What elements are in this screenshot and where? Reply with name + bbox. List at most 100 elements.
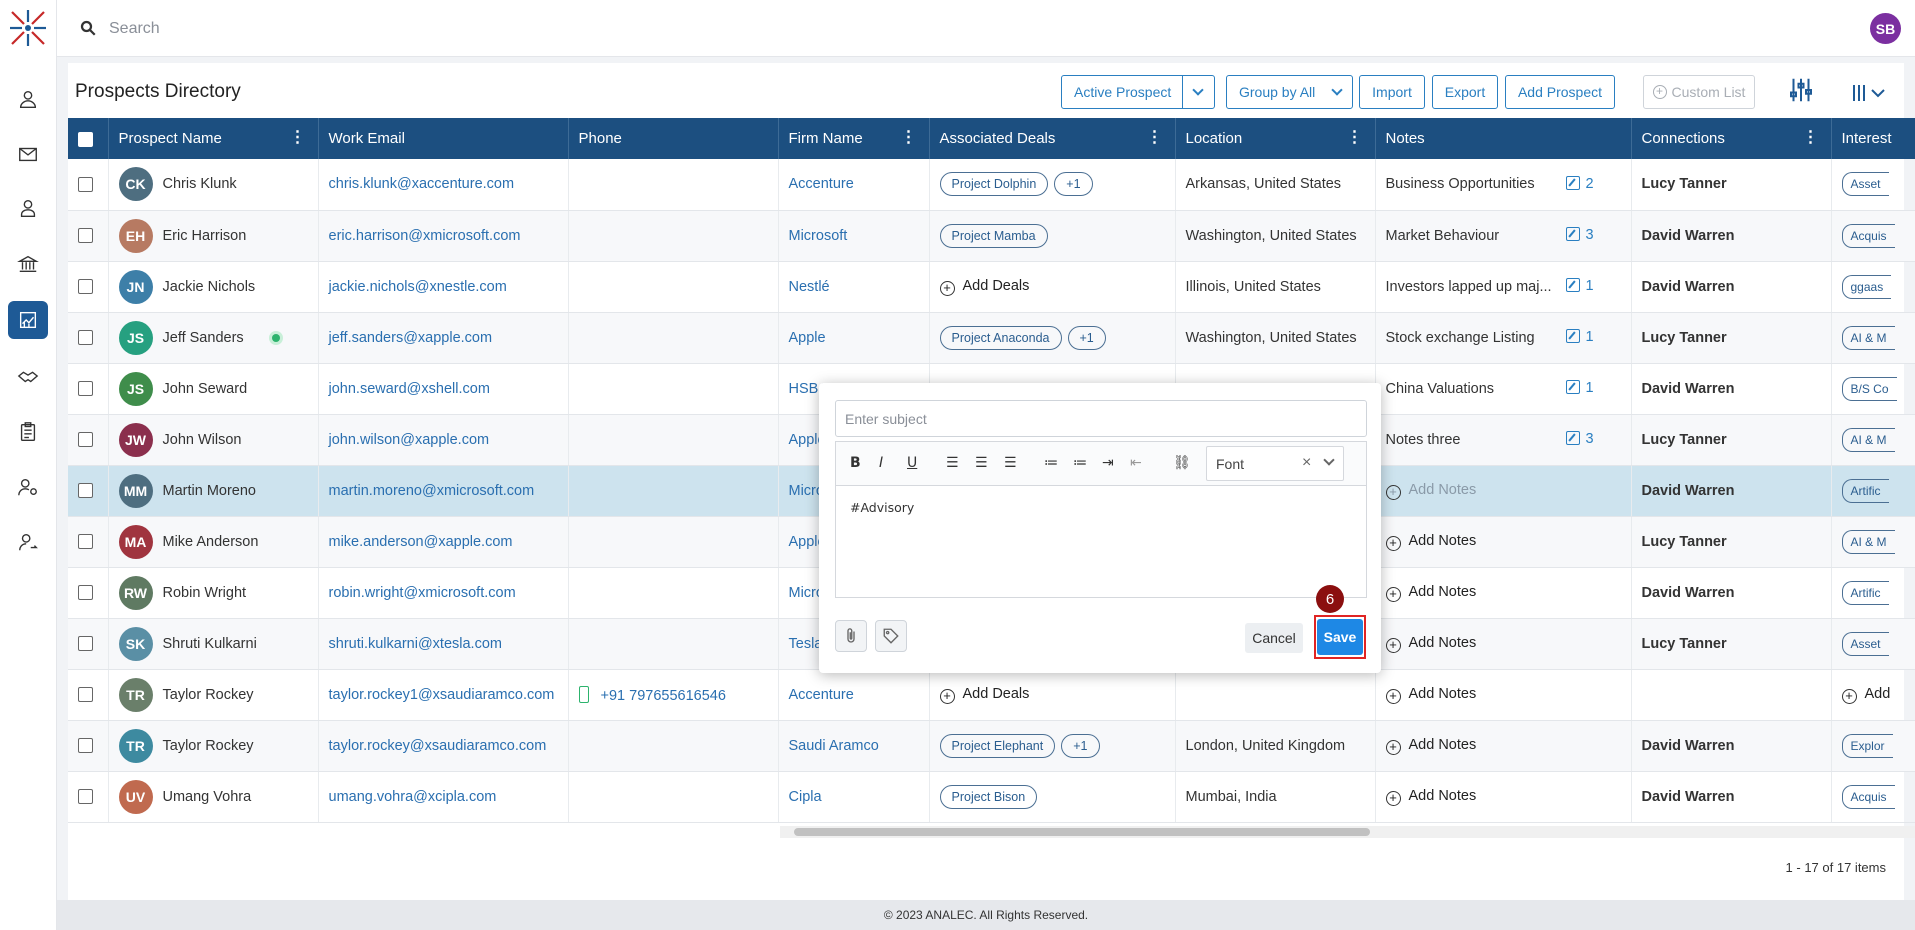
firm-cell[interactable]: Saudi Aramco	[778, 720, 930, 772]
firm-cell[interactable]: Microsoft	[778, 210, 930, 262]
column-menu-icon[interactable]: ⋮	[901, 130, 917, 146]
table-row[interactable]: UV Umang Vohra umang.vohra@xcipla.com Cipla…	[68, 771, 1915, 823]
email-link[interactable]: jackie.nichols@xnestle.com	[329, 279, 507, 295]
sidebar-item-mail[interactable]	[8, 135, 48, 173]
firm-link[interactable]: Accenture	[789, 687, 854, 703]
horizontal-scrollbar[interactable]	[780, 826, 1915, 838]
active-prospect-dropdown[interactable]: Active Prospect	[1061, 75, 1215, 109]
email-link[interactable]: martin.moreno@xmicrosoft.com	[329, 483, 535, 499]
add-deals-button[interactable]: + Add Deals	[939, 686, 1029, 704]
row-checkbox[interactable]	[78, 534, 93, 550]
prospect-name-cell[interactable]: UV Umang Vohra	[108, 771, 319, 823]
prospect-name[interactable]: Jackie Nichols	[163, 278, 256, 294]
sidebar-item-user-settings[interactable]	[8, 468, 48, 506]
outdent-icon[interactable]: ⇤	[1130, 455, 1142, 471]
email-link[interactable]: chris.klunk@xaccenture.com	[329, 176, 515, 192]
font-select[interactable]: Font ×	[1206, 446, 1344, 481]
work-email-cell[interactable]: jeff.sanders@xapple.com	[318, 312, 569, 364]
add-notes-button[interactable]: + Add Notes	[1385, 686, 1476, 704]
work-email-cell[interactable]: john.seward@xshell.com	[318, 363, 569, 415]
table-row[interactable]: EH Eric Harrison eric.harrison@xmicrosoft.…	[68, 210, 1915, 262]
table-row[interactable]: JS Jeff Sanders jeff.sanders@xapple.com App…	[68, 312, 1915, 364]
connection-name[interactable]: David Warren	[1642, 738, 1735, 754]
scrollbar-thumb[interactable]	[794, 828, 1370, 836]
bullet-list-icon[interactable]: ≔	[1044, 455, 1058, 471]
interest-pill[interactable]: AI & M	[1841, 325, 1895, 350]
add-interest-button[interactable]: + Add	[1841, 686, 1890, 704]
interest-pill[interactable]: AI & M	[1841, 427, 1895, 452]
work-email-cell[interactable]: umang.vohra@xcipla.com	[318, 771, 569, 823]
add-notes-button[interactable]: + Add Notes	[1385, 482, 1476, 500]
work-email-cell[interactable]: jackie.nichols@xnestle.com	[318, 261, 569, 313]
email-link[interactable]: jeff.sanders@xapple.com	[329, 330, 493, 346]
connection-name[interactable]: Lucy Tanner	[1642, 330, 1727, 346]
row-checkbox[interactable]	[78, 330, 93, 346]
prospect-name[interactable]: Robin Wright	[163, 584, 247, 600]
table-row[interactable]: TR Taylor Rockey taylor.rockey@xsaudiaramc…	[68, 720, 1915, 772]
firm-link[interactable]: Accenture	[789, 176, 854, 192]
connection-name[interactable]: David Warren	[1642, 381, 1735, 397]
deal-pill[interactable]: Project Mamba	[939, 223, 1048, 248]
work-email-cell[interactable]: robin.wright@xmicrosoft.com	[318, 567, 569, 619]
indent-icon[interactable]: ⇥	[1102, 455, 1114, 471]
column-header[interactable]: Phone	[568, 118, 779, 159]
row-checkbox[interactable]	[78, 228, 93, 244]
work-email-cell[interactable]: chris.klunk@xaccenture.com	[318, 159, 569, 211]
firm-cell[interactable]: Apple	[778, 312, 930, 364]
filter-settings-button[interactable]	[1786, 75, 1820, 109]
note-count[interactable]: 3	[1565, 227, 1594, 243]
prospect-name-cell[interactable]: JS Jeff Sanders	[108, 312, 319, 364]
email-link[interactable]: robin.wright@xmicrosoft.com	[329, 585, 516, 601]
add-notes-button[interactable]: + Add Notes	[1385, 635, 1476, 653]
row-checkbox[interactable]	[78, 432, 93, 448]
connection-name[interactable]: David Warren	[1642, 483, 1735, 499]
prospect-name[interactable]: Chris Klunk	[163, 176, 237, 192]
firm-link[interactable]: Tesla	[789, 636, 823, 652]
add-deals-button[interactable]: + Add Deals	[939, 278, 1029, 296]
column-menu-icon[interactable]: ⋮	[1803, 130, 1819, 146]
firm-cell[interactable]: Cipla	[778, 771, 930, 823]
deal-pill[interactable]: Project Elephant	[939, 733, 1056, 758]
note-count[interactable]: 3	[1565, 431, 1594, 447]
work-email-cell[interactable]: shruti.kulkarni@xtesla.com	[318, 618, 569, 670]
row-checkbox[interactable]	[78, 176, 93, 192]
connection-name[interactable]: Lucy Tanner	[1642, 636, 1727, 652]
prospect-name[interactable]: John Wilson	[163, 431, 242, 447]
email-link[interactable]: john.wilson@xapple.com	[329, 432, 490, 448]
column-header[interactable]: Prospect Name ⋮	[108, 118, 319, 159]
import-button[interactable]: Import	[1359, 75, 1425, 109]
connection-name[interactable]: David Warren	[1642, 789, 1735, 805]
export-button[interactable]: Export	[1432, 75, 1498, 109]
column-header[interactable]: Work Email	[318, 118, 569, 159]
firm-link[interactable]: Cipla	[789, 789, 822, 805]
prospect-name-cell[interactable]: CK Chris Klunk	[108, 159, 319, 211]
interest-pill[interactable]: Artific	[1841, 580, 1889, 605]
firm-link[interactable]: Microsoft	[789, 228, 848, 244]
connection-name[interactable]: Lucy Tanner	[1642, 534, 1727, 550]
connection-name[interactable]: Lucy Tanner	[1642, 176, 1727, 192]
note-count[interactable]: 1	[1565, 329, 1594, 345]
user-avatar[interactable]: SB	[1870, 13, 1901, 44]
row-checkbox[interactable]	[78, 789, 93, 805]
email-link[interactable]: mike.anderson@xapple.com	[329, 534, 513, 550]
prospect-name-cell[interactable]: RW Robin Wright	[108, 567, 319, 619]
column-menu-icon[interactable]: ⋮	[1347, 130, 1363, 146]
interest-pill[interactable]: AI & M	[1841, 529, 1895, 554]
column-menu-icon[interactable]: ⋮	[1147, 130, 1163, 146]
connection-name[interactable]: Lucy Tanner	[1642, 432, 1727, 448]
sidebar-item-institutions[interactable]	[8, 245, 48, 283]
app-logo[interactable]	[8, 8, 48, 48]
prospect-name-cell[interactable]: JN Jackie Nichols	[108, 261, 319, 313]
prospect-name-cell[interactable]: MM Martin Moreno	[108, 465, 319, 517]
custom-list-button[interactable]: + Custom List	[1643, 75, 1755, 109]
firm-cell[interactable]: Nestlé	[778, 261, 930, 313]
interest-pill[interactable]: B/S Co	[1841, 376, 1897, 401]
prospect-name-cell[interactable]: MA Mike Anderson	[108, 516, 319, 568]
connection-name[interactable]: David Warren	[1642, 585, 1735, 601]
columns-toggle-button[interactable]	[1850, 81, 1892, 105]
deal-pill[interactable]: Project Bison	[939, 784, 1038, 809]
work-email-cell[interactable]: john.wilson@xapple.com	[318, 414, 569, 466]
phone-link[interactable]: +91 797655616546	[601, 688, 726, 704]
prospect-name[interactable]: Martin Moreno	[163, 482, 256, 498]
table-row[interactable]: CK Chris Klunk chris.klunk@xaccenture.com A…	[68, 159, 1915, 211]
